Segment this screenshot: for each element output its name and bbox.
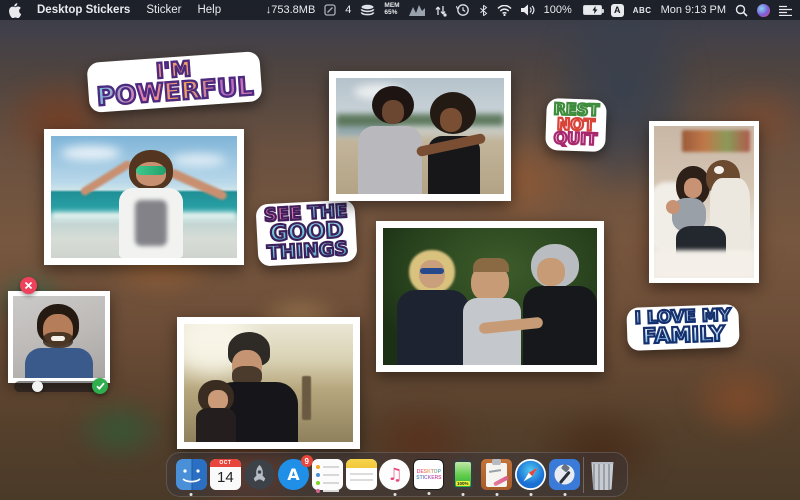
menu-help[interactable]: Help: [197, 4, 221, 16]
dock-battery-app-icon[interactable]: 100%: [447, 459, 478, 490]
dock-separator: [583, 457, 584, 493]
bluetooth-icon[interactable]: [479, 4, 488, 17]
menu-clock[interactable]: Mon 9:13 PM: [661, 4, 726, 16]
wifi-icon[interactable]: [497, 5, 512, 16]
father-daughter-image: [184, 324, 353, 442]
dock-safari-icon[interactable]: [515, 459, 546, 490]
input-source-label[interactable]: ABC: [633, 6, 652, 15]
family-three-image: [383, 228, 597, 365]
sticker-size-slider-knob[interactable]: [32, 381, 43, 392]
photo-sticker-girl-beach[interactable]: [44, 129, 244, 265]
photo-sticker-mother-kids[interactable]: [649, 121, 759, 283]
women-beach-image: [336, 78, 504, 194]
dock-clipboard-app-icon[interactable]: [481, 459, 512, 490]
sticker-size-slider[interactable]: [14, 381, 100, 392]
process-count[interactable]: 4: [345, 4, 351, 16]
notification-center-icon[interactable]: [779, 5, 792, 16]
input-source-icon[interactable]: A: [611, 4, 624, 17]
sticker-cancel-button[interactable]: [20, 277, 37, 294]
dock: OCT 14 A 9 ♫ DESKTOP STICKERS: [166, 452, 628, 497]
dock-calendar-icon[interactable]: OCT 14: [210, 459, 241, 490]
menu-app-name[interactable]: Desktop Stickers: [37, 4, 130, 16]
dock-xcode-icon[interactable]: [549, 459, 580, 490]
volume-icon[interactable]: [521, 4, 535, 16]
man-portrait-image: [13, 296, 105, 378]
apple-menu-icon[interactable]: [8, 3, 21, 18]
photo-sticker-man-portrait[interactable]: [8, 291, 110, 383]
dock-launchpad-icon[interactable]: [244, 459, 275, 490]
mother-kids-image: [654, 126, 754, 278]
spotlight-search-icon[interactable]: [735, 4, 748, 17]
battery-icon[interactable]: [583, 5, 602, 15]
dock-app-store-icon[interactable]: A 9: [278, 459, 309, 490]
network-arrows-icon[interactable]: [434, 4, 447, 17]
photo-sticker-father-daughter[interactable]: [177, 317, 360, 449]
stat-app-icon[interactable]: [324, 4, 336, 16]
memory-stack-icon[interactable]: [360, 4, 375, 16]
siri-icon[interactable]: [757, 4, 770, 17]
app-store-badge: 9: [301, 455, 313, 467]
dock-itunes-icon[interactable]: ♫: [379, 459, 410, 490]
network-download-stat[interactable]: ↓753.8MB: [266, 4, 316, 16]
photo-sticker-women-beach[interactable]: [329, 71, 511, 201]
dock-desktop-stickers-icon[interactable]: DESKTOP STICKERS: [413, 459, 444, 490]
dock-notes-icon[interactable]: [346, 459, 377, 490]
dock-finder-icon[interactable]: [176, 459, 207, 490]
text-sticker-see-the-good-things[interactable]: SEE THE GOOD THINGS: [255, 199, 358, 266]
photo-sticker-family-three[interactable]: [376, 221, 604, 372]
battery-percent[interactable]: 100%: [544, 4, 572, 16]
dock-trash-icon[interactable]: [587, 459, 618, 490]
girl-beach-image: [51, 136, 237, 258]
text-sticker-rest-not-quit[interactable]: REST NOT QUIT: [545, 98, 606, 152]
memory-percent-stat[interactable]: MEM 65%: [384, 3, 399, 17]
text-sticker-i-love-my-family[interactable]: I LOVE MY FAMILY: [626, 304, 740, 351]
menu-bar: Desktop Stickers Sticker Help ↓753.8MB 4…: [0, 0, 800, 20]
sticker-confirm-button[interactable]: [92, 378, 108, 394]
cpu-graph-icon[interactable]: [409, 4, 425, 16]
svg-text:A: A: [287, 465, 300, 484]
desktop: Desktop Stickers Sticker Help ↓753.8MB 4…: [0, 0, 800, 500]
time-machine-icon[interactable]: [456, 3, 470, 17]
dock-reminders-icon[interactable]: [312, 459, 343, 490]
menu-sticker[interactable]: Sticker: [146, 4, 181, 16]
